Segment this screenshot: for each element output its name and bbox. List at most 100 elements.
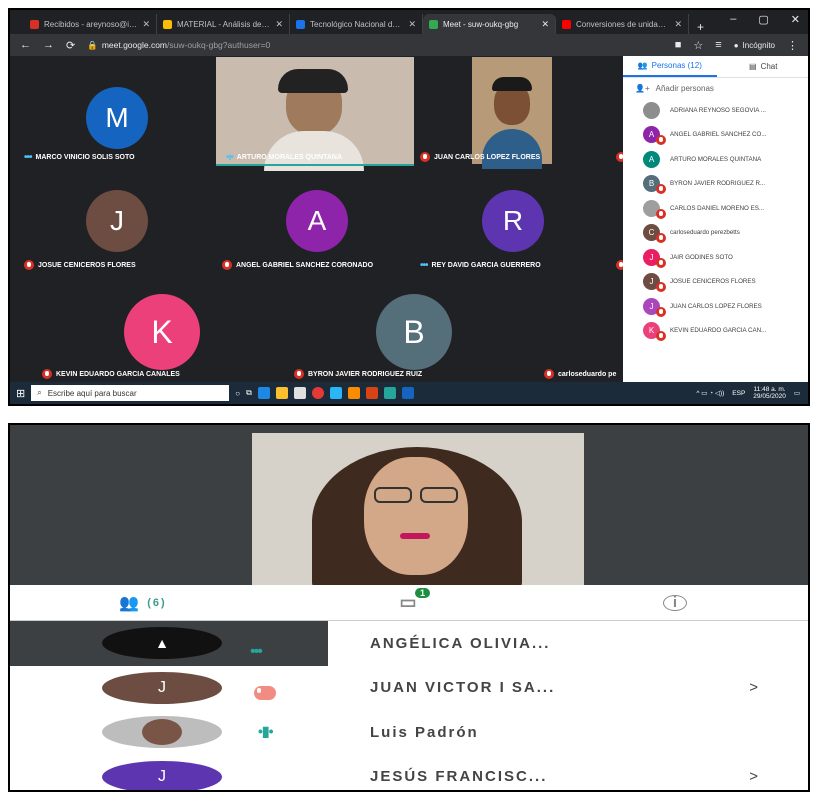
taskbar-search[interactable]: ⌕ Escribe aquí para buscar bbox=[31, 385, 230, 401]
participant-video bbox=[472, 57, 552, 169]
participant-name: ADRIANA REYNOSO SEGOVIA ... bbox=[670, 106, 766, 114]
powerpoint-icon[interactable] bbox=[365, 387, 378, 399]
store-icon[interactable] bbox=[293, 387, 306, 399]
edge-icon[interactable] bbox=[257, 387, 270, 399]
browser-tab-tecnm[interactable]: Tecnológico Nacional de Méxi✕ bbox=[290, 14, 423, 34]
mic-off-icon bbox=[656, 257, 666, 268]
avatar: J bbox=[102, 671, 222, 704]
people-list-item[interactable]: ADRIANA REYNOSO SEGOVIA ... bbox=[623, 98, 808, 123]
participant-name: JOSUE CENICEROS FLORES bbox=[670, 278, 756, 286]
participant-video bbox=[216, 57, 414, 171]
clock[interactable]: 11:48 a. m. 29/05/2020 bbox=[753, 386, 786, 400]
participant-name: KEVIN EDUARDO GARCIA CANALES bbox=[42, 369, 180, 379]
people-list-item[interactable]: J JAIR GODINES SOTO bbox=[623, 245, 808, 270]
tab-people[interactable]: 👥 (6) bbox=[10, 593, 276, 613]
new-tab-button[interactable]: + bbox=[689, 20, 712, 34]
avatar: K bbox=[643, 322, 666, 342]
camera-icon[interactable]: ■ bbox=[675, 39, 682, 51]
mobile-tabs: 👥 (6) ▭ 1 i bbox=[10, 585, 808, 621]
close-tab-icon[interactable]: ✕ bbox=[674, 19, 682, 30]
chevron-right-icon[interactable]: > bbox=[749, 768, 808, 785]
url-field[interactable]: 🔒 meet.google.com/suw-oukq-gbg?authuser=… bbox=[87, 40, 663, 51]
meet-mobile-screenshot: 👥 (6) ▭ 1 i ▲ ••• ANGÉLICA OLIVIA... J JUA… bbox=[8, 423, 810, 792]
list-item[interactable]: J JESÚS FRANCISC... > bbox=[10, 754, 808, 790]
people-panel: 👥 Personas (12) ▤ Chat 👤+ Añadir personas A… bbox=[623, 56, 809, 384]
list-item[interactable]: ▲ ••• ANGÉLICA OLIVIA... bbox=[10, 621, 808, 666]
star-icon[interactable]: ☆ bbox=[693, 39, 703, 52]
people-list-item[interactable]: B BYRON JAVIER RODRIGUEZ R... bbox=[623, 172, 808, 197]
people-list-item[interactable]: A ANGEL GABRIEL SANCHEZ CO... bbox=[623, 123, 808, 148]
forward-icon[interactable]: → bbox=[43, 39, 54, 51]
avatar: J bbox=[102, 760, 222, 790]
avatar: A bbox=[643, 126, 666, 146]
people-list: ADRIANA REYNOSO SEGOVIA ... A ANGEL GABRIE… bbox=[623, 98, 808, 344]
tray-icons[interactable]: ^ ▭ ◔ ◁)) bbox=[696, 389, 724, 397]
list-item[interactable]: J JUAN VICTOR I SA... > bbox=[10, 665, 808, 710]
browser-tab-drive[interactable]: MATERIAL - Análisis de circuitos✕ bbox=[157, 14, 290, 34]
app-icon[interactable] bbox=[383, 387, 396, 399]
close-tab-icon[interactable]: ✕ bbox=[541, 19, 549, 30]
windows-start-icon[interactable]: ⊞ bbox=[16, 387, 25, 400]
chevron-right-icon[interactable]: > bbox=[749, 679, 808, 696]
vlc-icon[interactable] bbox=[347, 387, 360, 399]
close-window-button[interactable]: ✕ bbox=[791, 13, 800, 26]
chrome-icon[interactable] bbox=[311, 387, 324, 399]
window-controls: – ▢ ✕ bbox=[730, 13, 800, 26]
back-icon[interactable]: ← bbox=[20, 39, 31, 51]
participant-name: ••• REY DAVID GARCIA GUERRERO bbox=[420, 260, 541, 271]
avatar bbox=[643, 101, 660, 119]
panel-tabs: 👥 Personas (12) ▤ Chat bbox=[623, 56, 809, 78]
drive-icon bbox=[163, 19, 172, 29]
browser-tab-youtube[interactable]: Conversiones de unidades (Fu✕ bbox=[556, 14, 689, 34]
mic-off-icon bbox=[656, 135, 666, 146]
avatar: K bbox=[124, 294, 200, 370]
participant-name: ARTURO MORALES QUINTANA bbox=[670, 155, 762, 163]
tab-info[interactable]: i bbox=[542, 594, 808, 611]
minimize-button[interactable]: – bbox=[730, 13, 736, 26]
people-list-item[interactable]: J JOSUE CENICEROS FLORES bbox=[623, 270, 808, 295]
avatar: C bbox=[643, 224, 666, 244]
close-tab-icon[interactable]: ✕ bbox=[275, 19, 283, 30]
mic-off-icon bbox=[656, 208, 666, 219]
avatar: J bbox=[643, 248, 666, 268]
browser-tab-meet[interactable]: Meet - suw-oukq-gbg ✕ bbox=[423, 14, 556, 34]
system-tray: ^ ▭ ◔ ◁)) ESP 11:48 a. m. 29/05/2020 ▭ bbox=[696, 386, 808, 400]
word-icon[interactable] bbox=[401, 387, 414, 399]
add-people-button[interactable]: 👤+ Añadir personas bbox=[623, 78, 808, 98]
list-item[interactable]: •▮• Luis Padrón bbox=[10, 710, 808, 755]
add-person-icon: 👤+ bbox=[635, 83, 650, 93]
tab-chat[interactable]: ▭ 1 bbox=[276, 588, 542, 613]
people-list-item[interactable]: Ccarloseduardo perezbetts bbox=[623, 221, 808, 246]
people-icon: 👥 bbox=[637, 61, 648, 70]
participant-name: ••• MARCO VINICIO SOLIS SOTO bbox=[24, 152, 135, 163]
reload-icon[interactable]: ⟳ bbox=[66, 39, 75, 52]
ie-icon[interactable] bbox=[329, 387, 342, 399]
close-tab-icon[interactable]: ✕ bbox=[142, 19, 150, 30]
tab-chat[interactable]: ▤ Chat bbox=[717, 56, 809, 77]
file-explorer-icon[interactable] bbox=[275, 387, 288, 399]
audio-dots-icon: ••• bbox=[420, 260, 428, 271]
notifications-icon[interactable]: ▭ bbox=[794, 389, 800, 397]
people-list-item[interactable]: CARLOS DANIEL MORENO ES... bbox=[623, 196, 808, 221]
audio-level-icon: •ı• bbox=[226, 152, 234, 163]
people-list-item[interactable]: K KEVIN EDUARDO GARCIA CAN... bbox=[623, 319, 808, 344]
mobile-people-list: ▲ ••• ANGÉLICA OLIVIA... J JUAN VICTOR I… bbox=[10, 621, 808, 790]
menu-icon[interactable]: ⋮ bbox=[787, 39, 798, 52]
tab-people[interactable]: 👥 Personas (12) bbox=[623, 56, 717, 77]
maximize-button[interactable]: ▢ bbox=[758, 13, 768, 26]
audio-dots-icon: ••• bbox=[24, 152, 32, 163]
task-view-icon[interactable]: ⧉ bbox=[246, 388, 252, 398]
people-list-item[interactable]: J JUAN CARLOS LOPEZ FLORES bbox=[623, 294, 808, 319]
audio-level-icon bbox=[656, 160, 666, 170]
media-icon[interactable]: ≡ bbox=[715, 39, 721, 51]
avatar: J bbox=[86, 190, 148, 252]
participant-name: BYRON JAVIER RODRIGUEZ R... bbox=[670, 180, 766, 188]
close-tab-icon[interactable]: ✕ bbox=[408, 19, 416, 30]
people-list-item[interactable]: A ARTURO MORALES QUINTANA bbox=[623, 147, 808, 172]
browser-tab-gmail[interactable]: Recibidos - areynoso@itslerdo.✕ bbox=[24, 14, 157, 34]
address-bar: ← → ⟳ 🔒 meet.google.com/suw-oukq-gbg?aut… bbox=[10, 34, 808, 56]
language-indicator[interactable]: ESP bbox=[732, 390, 745, 397]
avatar: ▲ bbox=[102, 627, 222, 659]
cortana-icon[interactable]: ○ bbox=[235, 389, 240, 398]
incognito-indicator[interactable]: ● Incógnito bbox=[734, 41, 775, 50]
